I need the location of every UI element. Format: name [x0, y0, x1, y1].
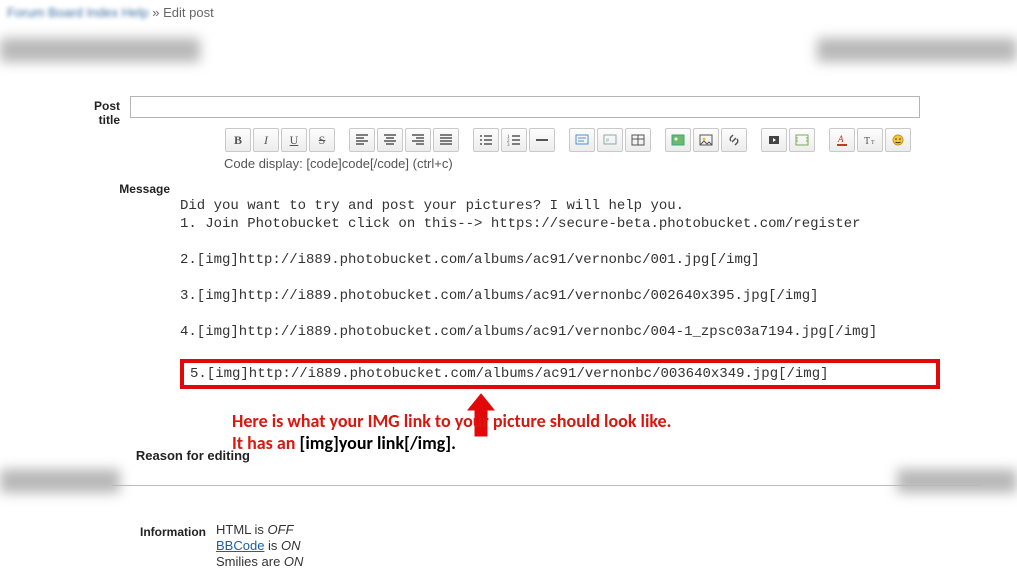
- message-line: 2.[img]http://i889.photobucket.com/album…: [180, 252, 760, 268]
- message-label: Message: [90, 179, 180, 484]
- message-line: 4.[img]http://i889.photobucket.com/album…: [180, 324, 877, 340]
- quote-button[interactable]: [569, 128, 595, 152]
- decorative-blur: [0, 38, 200, 62]
- bbcode-help-link[interactable]: BBCode: [216, 538, 264, 553]
- italic-button[interactable]: I: [253, 128, 279, 152]
- media-button[interactable]: [789, 128, 815, 152]
- table-button[interactable]: [625, 128, 651, 152]
- svg-text:3: 3: [507, 143, 510, 147]
- decorative-blur: [0, 469, 120, 493]
- image-host-button[interactable]: [665, 128, 691, 152]
- annotation-text: Here is what your IMG link to your pictu…: [232, 410, 671, 454]
- svg-text:T: T: [864, 136, 870, 147]
- breadcrumb-parent-link[interactable]: Forum Board Index Help: [7, 5, 149, 20]
- breadcrumb-current: Edit post: [163, 5, 214, 20]
- code-button[interactable]: #: [597, 128, 623, 152]
- annotation-highlight-box: 5.[img]http://i889.photobucket.com/album…: [180, 359, 940, 389]
- font-color-button[interactable]: A: [829, 128, 855, 152]
- message-line: Did you want to try and post your pictur…: [180, 198, 684, 214]
- annotation-line2c: .: [451, 432, 456, 454]
- image-button[interactable]: [693, 128, 719, 152]
- message-line: 5.[img]http://i889.photobucket.com/album…: [190, 366, 829, 382]
- decorative-blur: [817, 38, 1017, 62]
- link-button[interactable]: [721, 128, 747, 152]
- ordered-list-button[interactable]: 123: [501, 128, 527, 152]
- align-justify-button[interactable]: [433, 128, 459, 152]
- message-line: 3.[img]http://i889.photobucket.com/album…: [180, 288, 819, 304]
- breadcrumb-sep: »: [152, 5, 163, 20]
- strike-button[interactable]: S: [309, 128, 335, 152]
- reason-label: Reason for editing: [50, 448, 250, 463]
- emoji-button[interactable]: [885, 128, 911, 152]
- align-right-button[interactable]: [405, 128, 431, 152]
- font-size-button[interactable]: TT: [857, 128, 883, 152]
- code-hint-label: Code display: [code]code[/code] (ctrl+c): [224, 156, 453, 171]
- editor-toolbar: B I U S 123 #: [225, 128, 921, 152]
- section-divider: [112, 485, 982, 487]
- align-center-button[interactable]: [377, 128, 403, 152]
- decorative-blur: [897, 469, 1017, 493]
- post-title-label: Post title: [90, 96, 130, 127]
- video-button[interactable]: [761, 128, 787, 152]
- message-line: 1. Join Photobucket click on this--> htt…: [180, 216, 861, 232]
- post-title-input[interactable]: [130, 96, 920, 118]
- info-smilies: Smilies are ON: [216, 554, 303, 570]
- information-label: Information: [90, 522, 216, 570]
- svg-text:A: A: [837, 134, 844, 144]
- horizontal-rule-button[interactable]: [529, 128, 555, 152]
- breadcrumb: Forum Board Index Help » Edit post: [7, 5, 214, 20]
- unordered-list-button[interactable]: [473, 128, 499, 152]
- annotation-line2b: [img]your link[/img]: [300, 432, 452, 454]
- info-html: HTML is OFF: [216, 522, 303, 538]
- svg-text:T: T: [871, 140, 875, 146]
- info-bbcode: BBCode is ON: [216, 538, 303, 554]
- svg-text:#: #: [606, 138, 609, 144]
- annotation-line1: Here is what your IMG link to your pictu…: [232, 410, 671, 432]
- align-left-button[interactable]: [349, 128, 375, 152]
- underline-button[interactable]: U: [281, 128, 307, 152]
- bold-button[interactable]: B: [225, 128, 251, 152]
